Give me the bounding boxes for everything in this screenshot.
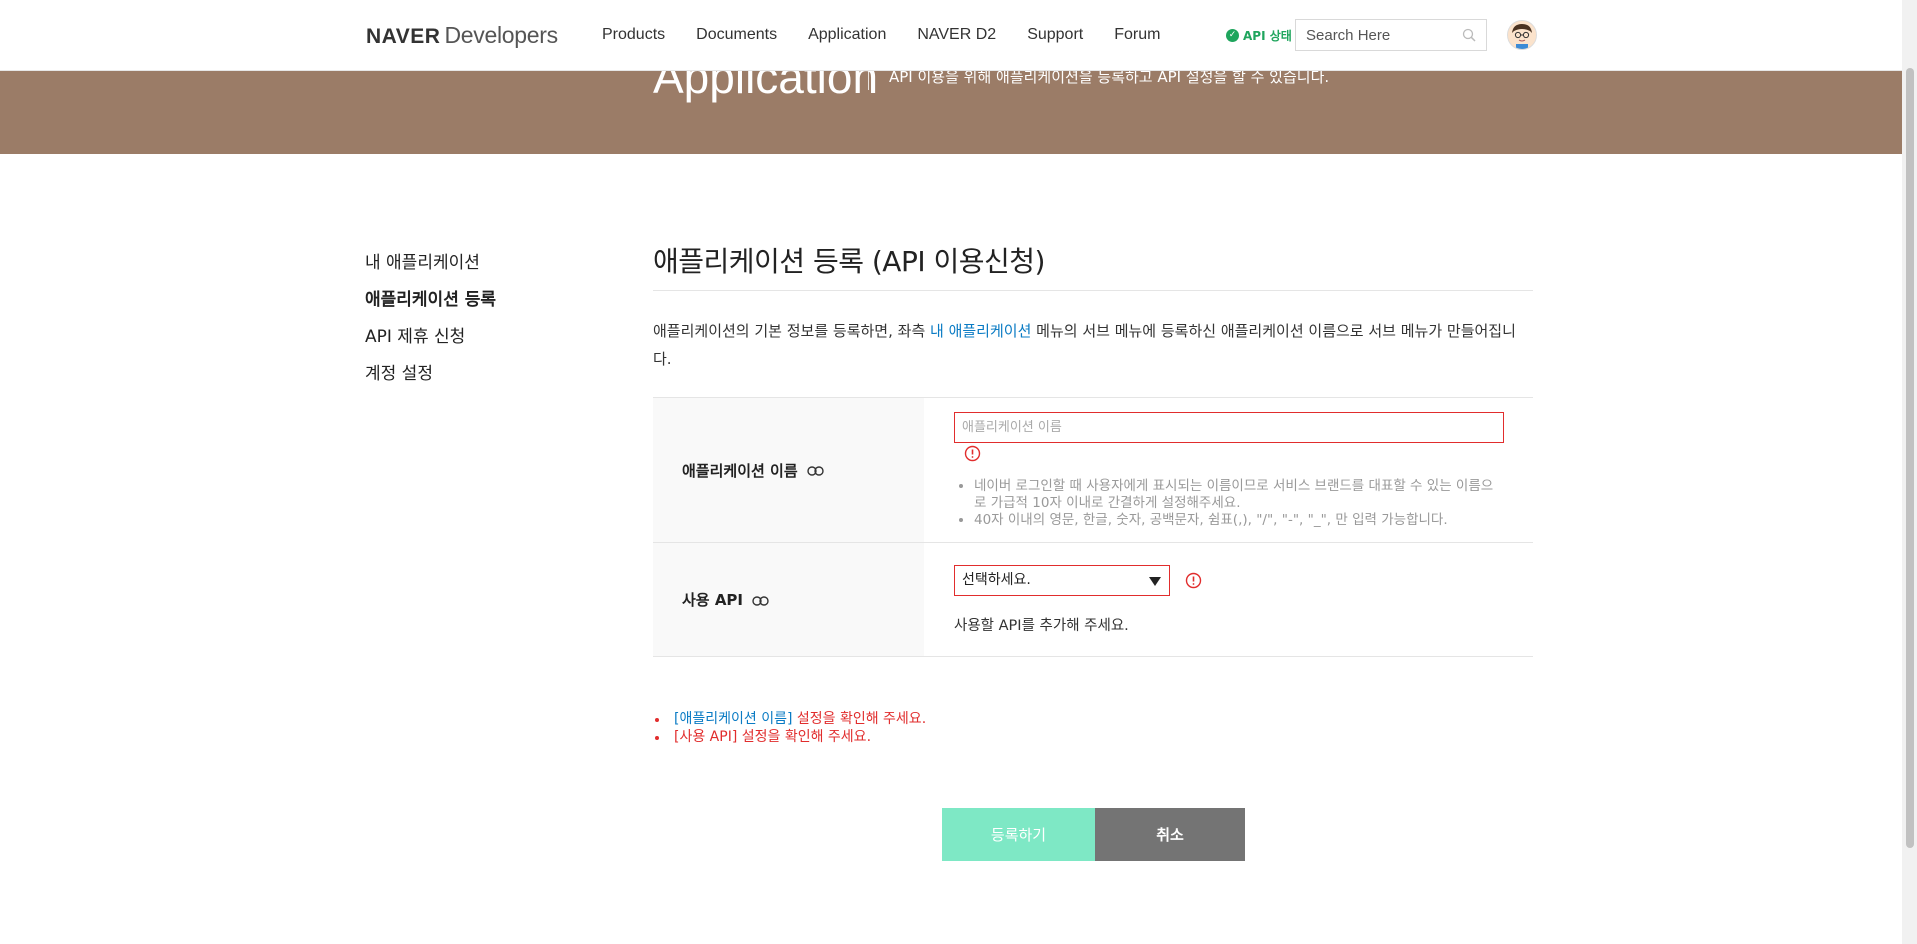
main-content: 애플리케이션 등록 (API 이용신청) 애플리케이션의 기본 정보를 등록하면… (653, 240, 1533, 657)
scrollbar-thumb[interactable] (1906, 68, 1914, 848)
hint-item: 40자 이내의 영문, 한글, 숫자, 공백문자, 쉼표(,), "/", "-… (974, 512, 1504, 529)
error-item-app-name: [애플리케이션 이름] 설정을 확인해 주세요. (654, 710, 927, 728)
error-item-api: [사용 API] 설정을 확인해 주세요. (654, 728, 926, 746)
api-select-value: 선택하세요. (962, 571, 1031, 588)
api-status-link[interactable]: ✓ API 상태 (1226, 27, 1292, 44)
naver-developers-logo[interactable]: NAVER Developers (366, 22, 558, 50)
sidebar-item-account-settings[interactable]: 계정 설정 (365, 356, 496, 393)
search-input[interactable] (1296, 20, 1466, 50)
api-value-cell: 선택하세요. 사용할 API를 추가해 주세요. (924, 542, 1533, 657)
sidebar-item-my-applications[interactable]: 내 애플리케이션 (365, 245, 496, 282)
search-icon[interactable] (1462, 28, 1476, 42)
link-icon[interactable] (752, 595, 769, 606)
api-status-label: API 상태 (1243, 29, 1292, 43)
hint-item: 네이버 로그인할 때 사용자에게 표시되는 이름이므로 서비스 브랜드를 대표할… (974, 478, 1504, 512)
search-box (1295, 19, 1487, 51)
cancel-button[interactable]: 취소 (1095, 808, 1245, 861)
hero-divider (868, 70, 869, 90)
api-select[interactable]: 선택하세요. (954, 564, 1170, 596)
avatar-face-icon (1508, 21, 1536, 49)
api-label-cell: 사용 API (653, 542, 924, 657)
form-row-app-name: 애플리케이션 이름 네이버 로그인할 때 사용자에게 표시되는 이름이므로 서비… (653, 397, 1533, 543)
sidebar-menu: 내 애플리케이션 애플리케이션 등록 API 제휴 신청 계정 설정 (365, 245, 496, 393)
main-nav: Products Documents Application NAVER D2 … (602, 25, 1191, 45)
check-circle-icon: ✓ (1226, 29, 1239, 42)
user-avatar[interactable] (1507, 20, 1537, 50)
intro-text: 애플리케이션의 기본 정보를 등록하면, 좌측 내 애플리케이션 메뉴의 서브 … (653, 317, 1533, 373)
logo-brand: NAVER (366, 25, 441, 48)
error-alert-icon (1185, 572, 1202, 588)
form-row-api: 사용 API 선택하세요. 사용할 API를 추가해 주세요. (653, 542, 1533, 657)
hero-title: Application (653, 70, 879, 103)
error-message: 설정을 확인해 주세요. (792, 711, 927, 727)
logo-sub: Developers (444, 22, 558, 48)
nav-naver-d2[interactable]: NAVER D2 (917, 25, 996, 45)
app-name-label-cell: 애플리케이션 이름 (653, 397, 924, 543)
top-navigation-bar: NAVER Developers Products Documents Appli… (0, 0, 1902, 71)
hero-banner: Application API 이용을 위해 애플리케이션을 등록하고 API … (0, 70, 1902, 154)
register-button[interactable]: 등록하기 (942, 808, 1095, 861)
app-name-input[interactable] (954, 411, 1504, 443)
caret-down-icon (1149, 576, 1161, 586)
app-name-label: 애플리케이션 이름 (682, 461, 798, 480)
error-alert-icon (964, 445, 981, 461)
app-name-value-cell: 네이버 로그인할 때 사용자에게 표시되는 이름이므로 서비스 브랜드를 대표할… (924, 397, 1533, 543)
error-field: [사용 API] (674, 729, 738, 745)
intro-before: 애플리케이션의 기본 정보를 등록하면, 좌측 (653, 322, 931, 340)
registration-form: 애플리케이션 이름 네이버 로그인할 때 사용자에게 표시되는 이름이므로 서비… (653, 397, 1533, 657)
page-title: 애플리케이션 등록 (API 이용신청) (653, 240, 1533, 291)
nav-forum[interactable]: Forum (1114, 25, 1160, 45)
api-add-help: 사용할 API를 추가해 주세요. (954, 617, 1129, 634)
sidebar-item-api-partnership[interactable]: API 제휴 신청 (365, 319, 496, 356)
nav-application[interactable]: Application (808, 25, 886, 45)
nav-documents[interactable]: Documents (696, 25, 777, 45)
my-applications-link[interactable]: 내 애플리케이션 (930, 322, 1031, 340)
nav-products[interactable]: Products (602, 25, 665, 45)
app-name-hints: 네이버 로그인할 때 사용자에게 표시되는 이름이므로 서비스 브랜드를 대표할… (954, 478, 1504, 529)
sidebar-item-register-application[interactable]: 애플리케이션 등록 (365, 282, 496, 319)
error-message: 설정을 확인해 주세요. (737, 729, 872, 745)
api-label: 사용 API (682, 591, 744, 609)
error-field-link[interactable]: [애플리케이션 이름] (674, 711, 792, 727)
hero-description: API 이용을 위해 애플리케이션을 등록하고 API 설정을 할 수 있습니다… (889, 70, 1330, 86)
link-icon[interactable] (807, 466, 824, 476)
nav-support[interactable]: Support (1027, 25, 1083, 45)
validation-error-list: [애플리케이션 이름] 설정을 확인해 주세요. [사용 API] 설정을 확인… (653, 710, 926, 746)
